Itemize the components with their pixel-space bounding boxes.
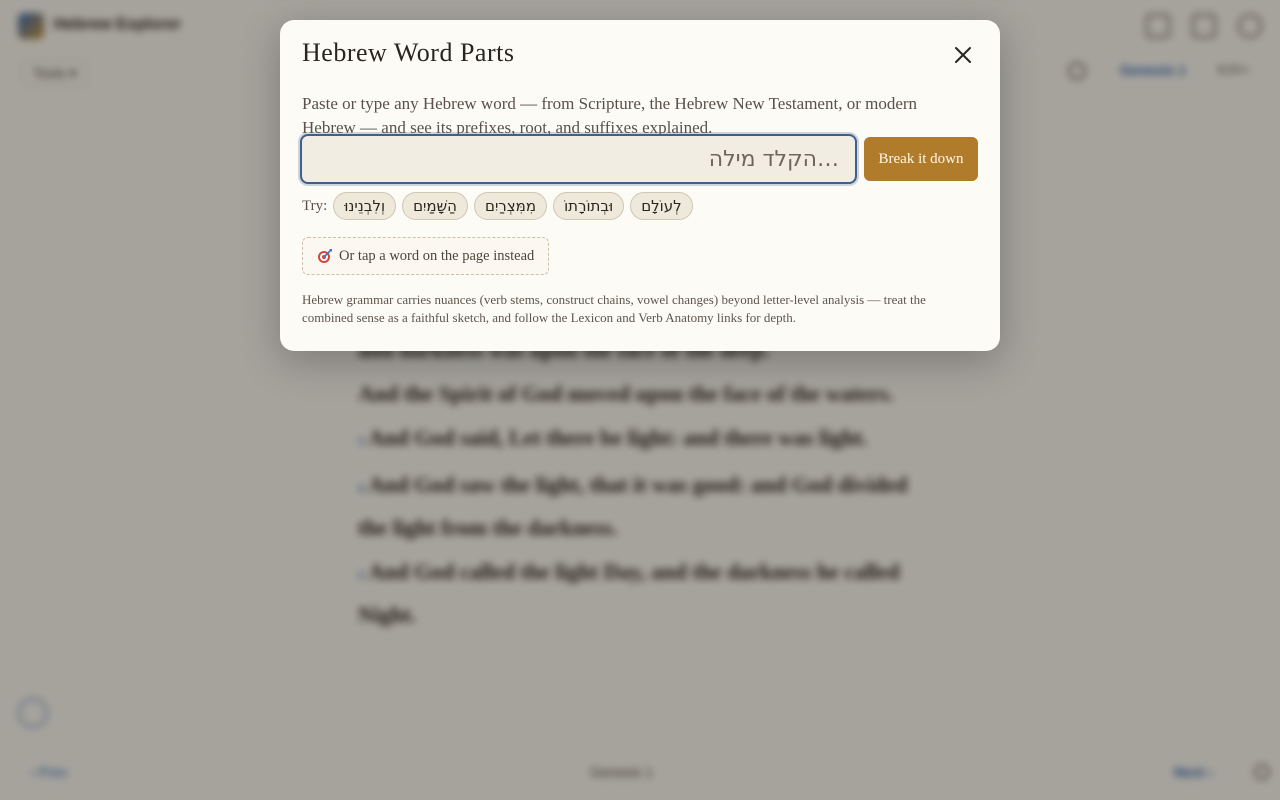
example-word-chip[interactable]: הַשָּׁמַיִם	[402, 192, 468, 220]
try-label: Try:	[302, 197, 328, 214]
example-word-chip[interactable]: וּבְתוֹרָתוֹ	[553, 192, 625, 220]
example-word-chip[interactable]: וְלִבְנֵינוּ	[333, 192, 397, 220]
hebrew-word-input[interactable]	[300, 134, 857, 184]
tap-word-button[interactable]: Or tap a word on the page instead	[302, 237, 550, 275]
example-words: Try: וְלִבְנֵינוּ הַשָּׁמַיִם מִמִּצְרַי…	[302, 192, 693, 220]
break-it-down-button[interactable]: Break it down	[864, 137, 978, 181]
dialog-description: Paste or type any Hebrew word — from Scr…	[302, 94, 918, 137]
grammar-note: Hebrew grammar carries nuances (verb ste…	[302, 292, 926, 325]
target-icon	[318, 249, 332, 263]
word-input-row: Break it down	[300, 134, 978, 184]
word-parts-dialog: Hebrew Word Parts Paste or type any Hebr…	[280, 20, 1000, 351]
close-icon	[955, 47, 971, 63]
example-word-chip[interactable]: מִמִּצְרַיִם	[474, 192, 548, 220]
dialog-title: Hebrew Word Parts	[302, 38, 515, 67]
tap-word-label: Or tap a word on the page instead	[339, 247, 535, 264]
close-button[interactable]	[952, 44, 974, 66]
example-word-chip[interactable]: לְעוֹלָם	[630, 192, 693, 220]
